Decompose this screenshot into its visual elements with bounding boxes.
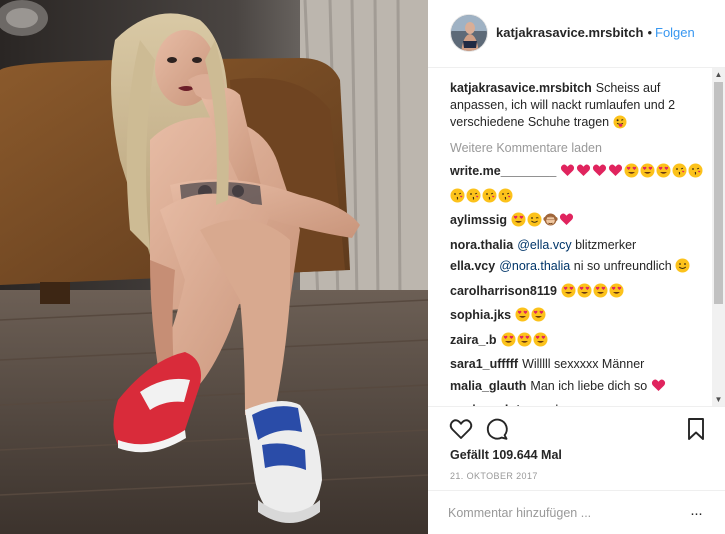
- comment-author[interactable]: nora.thalia: [450, 238, 513, 252]
- comment-mention[interactable]: @nora.thalia: [499, 259, 570, 273]
- scroll-up-arrow-icon[interactable]: ▲: [712, 68, 725, 81]
- wink-emoji-icon: [527, 212, 542, 235]
- kiss-emoji-icon: [498, 188, 513, 211]
- separator-dot: •: [647, 25, 652, 40]
- instagram-post: katjakrasavice.mrsbitch • Folgen katjakras…: [0, 0, 725, 534]
- hearteyes-emoji-icon: [531, 307, 546, 330]
- kiss-emoji-icon: [482, 188, 497, 211]
- follow-button[interactable]: Folgen: [655, 25, 695, 40]
- comment-item: malia_glauth Man ich liebe dich so: [450, 376, 706, 401]
- heart-emoji-icon: [576, 163, 591, 186]
- comment-text: Willlll sexxxxx Männer: [522, 357, 645, 371]
- comments-section[interactable]: katjakrasavice.mrsbitch Scheiss auf anpas…: [428, 68, 712, 406]
- hearteyes-emoji-icon: [511, 212, 526, 235]
- comment-text: ni so unfreundlich: [573, 259, 672, 273]
- add-comment-bar: ···: [428, 490, 725, 534]
- heart-emoji-icon: [651, 378, 666, 401]
- bookmark-icon[interactable]: [684, 416, 708, 442]
- kiss-emoji-icon: [450, 188, 465, 211]
- post-sidebar: katjakrasavice.mrsbitch • Folgen katjakras…: [428, 0, 725, 534]
- comment-item: sophia.jks: [450, 305, 706, 330]
- hearteyes-emoji-icon: [609, 283, 624, 306]
- heart-emoji-icon: [608, 163, 623, 186]
- hearteyes-emoji-icon: [517, 332, 532, 355]
- hearteyes-emoji-icon: [624, 163, 639, 186]
- comment-author[interactable]: malia_glauth: [450, 379, 526, 393]
- comment-author[interactable]: aylimssig: [450, 213, 507, 227]
- scrollbar-thumb[interactable]: [714, 82, 723, 304]
- comment-text: Man ich liebe dich so: [530, 378, 648, 393]
- comment-item: ella.vcy @nora.thalia ni so unfreundlich: [450, 256, 706, 281]
- comment-item: carolharrison8119: [450, 281, 706, 306]
- load-more-comments[interactable]: Weitere Kommentare laden: [450, 141, 706, 155]
- comments-scrollbar[interactable]: ▲ ▼: [712, 68, 725, 406]
- hearteyes-emoji-icon: [515, 307, 530, 330]
- more-dots-icon[interactable]: ···: [690, 505, 703, 522]
- comment-item: nora.thalia @ella.vcy blitzmerker: [450, 235, 706, 257]
- post-caption: katjakrasavice.mrsbitch Scheiss auf anpas…: [450, 80, 706, 134]
- comment-author[interactable]: sophia.jks: [450, 308, 511, 322]
- hearteyes-emoji-icon: [501, 332, 516, 355]
- comment-mention[interactable]: @ella.vcy: [517, 238, 571, 252]
- post-photo[interactable]: [0, 0, 428, 534]
- kiss-emoji-icon: [688, 163, 703, 186]
- speech-bubble-icon[interactable]: [484, 416, 510, 442]
- comment-author[interactable]: write.me________: [450, 164, 556, 178]
- comment-item: sara1_ufffff Willlll sexxxxx Männer: [450, 354, 706, 376]
- comment-item: write.me________: [450, 161, 706, 210]
- hearteyes-emoji-icon: [656, 163, 671, 186]
- scroll-down-arrow-icon[interactable]: ▼: [712, 393, 725, 406]
- like-count[interactable]: Gefällt 109.644 Mal: [450, 448, 562, 462]
- comment-item: zaira_.b: [450, 330, 706, 355]
- heart-emoji-icon: [560, 163, 575, 186]
- heart-emoji-icon: [559, 212, 574, 235]
- hearteyes-emoji-icon: [577, 283, 592, 306]
- hearteyes-emoji-icon: [533, 332, 548, 355]
- hearteyes-emoji-icon: [561, 283, 576, 306]
- hearteyes-emoji-icon: [593, 283, 608, 306]
- header-line: katjakrasavice.mrsbitch • Folgen: [496, 25, 695, 40]
- caption-author[interactable]: katjakrasavice.mrsbitch: [450, 81, 592, 95]
- comment-author[interactable]: carolharrison8119: [450, 284, 557, 298]
- avatar[interactable]: [450, 14, 488, 52]
- comment-text: blitzmerker: [575, 237, 637, 252]
- post-author[interactable]: katjakrasavice.mrsbitch: [496, 25, 643, 40]
- comment-author[interactable]: ella.vcy: [450, 259, 495, 273]
- post-date[interactable]: 21. OKTOBER 2017: [450, 471, 538, 481]
- kiss-emoji-icon: [466, 188, 481, 211]
- photo-illustration: [0, 0, 428, 534]
- hearteyes-emoji-icon: [640, 163, 655, 186]
- heart-emoji-icon: [592, 163, 607, 186]
- kiss-emoji-icon: [672, 163, 687, 186]
- comments-list: katjakrasavice.mrsbitch Scheiss auf anpas…: [450, 80, 706, 406]
- heart-outline-icon[interactable]: [448, 416, 474, 442]
- avatar-image: [451, 15, 487, 51]
- monkey-emoji-icon: [543, 212, 558, 235]
- comment-author[interactable]: sara1_ufffff: [450, 357, 518, 371]
- smile-emoji-icon: [675, 258, 690, 281]
- post-actions: Gefällt 109.644 Mal 21. OKTOBER 2017: [428, 406, 725, 490]
- comment-input[interactable]: [448, 502, 684, 524]
- comment-rows: write.me________ aylimssig nora.thalia @ell…: [450, 161, 706, 406]
- comment-author[interactable]: zaira_.b: [450, 333, 497, 347]
- post-header: katjakrasavice.mrsbitch • Folgen: [428, 0, 725, 68]
- tongue-emoji-icon: [613, 115, 627, 134]
- comment-item: aylimssig: [450, 210, 706, 235]
